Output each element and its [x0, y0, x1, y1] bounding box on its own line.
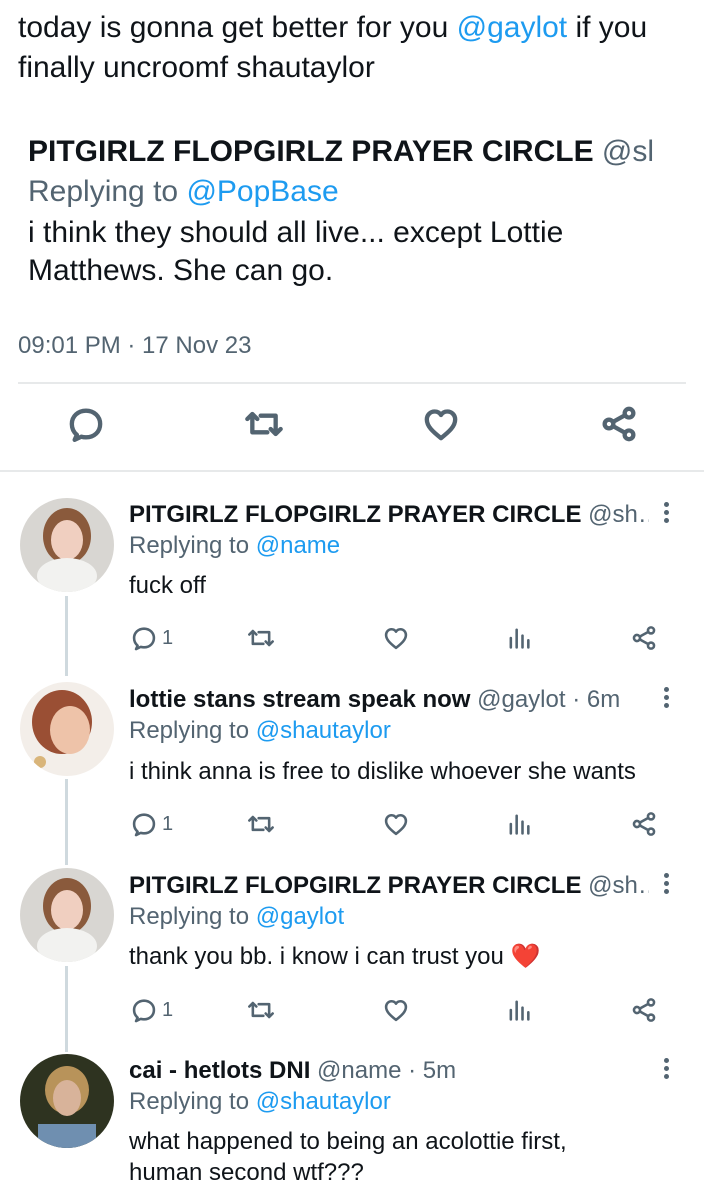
quoted-tweet[interactable]: PITGIRLZ FLOPGIRLZ PRAYER CIRCLE @sl Rep…	[28, 132, 668, 290]
reply-icon	[132, 999, 156, 1023]
like-icon	[384, 813, 408, 836]
more-icon[interactable]	[660, 685, 672, 715]
reply-action-bar: 1	[0, 622, 704, 656]
reply-button[interactable]: 1	[130, 808, 173, 840]
views-button[interactable]	[505, 622, 533, 654]
share-button[interactable]	[599, 404, 643, 448]
tweet-mention-link[interactable]: @gaylot	[457, 11, 568, 44]
reply-author-handle: @sh…	[588, 501, 649, 528]
reply-count: 1	[162, 626, 174, 649]
avatar[interactable]	[20, 1054, 114, 1148]
views-icon	[509, 1000, 530, 1021]
tweet-action-bar	[0, 404, 704, 454]
reply-button[interactable]: 1	[130, 622, 173, 654]
views-icon	[509, 814, 530, 835]
avatar[interactable]	[20, 498, 114, 592]
reply-replying-label: Replying to	[129, 717, 256, 744]
reply-replying-link[interactable]: @shautaylor	[256, 717, 391, 744]
share-button[interactable]	[630, 622, 658, 654]
tweet-text: today is gonna get better for you @gaylo…	[18, 8, 698, 88]
reply-replying-to: Replying to @gaylot	[129, 902, 344, 932]
reply-icon	[69, 408, 103, 442]
reply-icon	[132, 627, 156, 651]
reply-count: 1	[162, 812, 174, 835]
quoted-tweet-author-handle: @sl	[601, 135, 655, 168]
reply-replying-label: Replying to	[129, 903, 256, 930]
like-icon	[384, 999, 408, 1022]
more-icon[interactable]	[660, 1056, 672, 1086]
share-icon	[632, 626, 656, 650]
retweet-icon	[248, 1001, 274, 1019]
reply-body: fuck off	[129, 572, 206, 599]
reply-replying-label: Replying to	[129, 532, 256, 559]
reply-button[interactable]: 1	[130, 994, 173, 1026]
reply-count: 1	[162, 998, 174, 1021]
like-icon	[424, 409, 458, 441]
more-icon[interactable]	[660, 871, 672, 901]
reply-author-name: lottie stans stream speak now	[129, 686, 471, 713]
retweet-icon	[248, 815, 274, 833]
share-button[interactable]	[630, 994, 658, 1026]
views-icon	[509, 628, 530, 649]
quoted-tweet-body: i think they should all live... except L…	[28, 216, 564, 287]
more-icon[interactable]	[660, 500, 672, 530]
reply-button[interactable]	[66, 404, 110, 448]
quoted-tweet-replying-to: Replying to @PopBase	[28, 172, 668, 212]
retweet-button[interactable]	[244, 404, 288, 448]
share-icon	[602, 406, 636, 442]
reply-replying-to: Replying to @name	[129, 531, 340, 561]
quoted-tweet-replying-link[interactable]: @PopBase	[186, 175, 338, 208]
reply-replying-label: Replying to	[129, 1088, 256, 1115]
retweet-button[interactable]	[247, 994, 275, 1026]
avatar[interactable]	[20, 682, 114, 776]
reply-body: thank you bb. i know i can trust you ❤️	[129, 943, 541, 970]
share-button[interactable]	[630, 808, 658, 840]
reply-author-handle: @name · 5m	[317, 1057, 457, 1084]
like-button[interactable]	[382, 808, 410, 840]
reply-author-name: PITGIRLZ FLOPGIRLZ PRAYER CIRCLE	[129, 501, 582, 528]
share-icon	[632, 812, 656, 836]
like-button[interactable]	[382, 622, 410, 654]
quoted-tweet-author: PITGIRLZ FLOPGIRLZ PRAYER CIRCLE @sl	[28, 132, 668, 172]
like-button[interactable]	[421, 404, 465, 448]
reply-author-handle: @sh…	[588, 872, 649, 899]
like-icon	[384, 627, 408, 650]
reply-author-name: PITGIRLZ FLOPGIRLZ PRAYER CIRCLE	[129, 872, 582, 899]
reply-icon	[132, 813, 156, 837]
views-button[interactable]	[505, 994, 533, 1026]
reply-replying-to: Replying to @shautaylor	[129, 716, 391, 746]
avatar[interactable]	[20, 868, 114, 962]
like-button[interactable]	[382, 994, 410, 1026]
divider	[18, 382, 686, 384]
views-button[interactable]	[505, 808, 533, 840]
reply-action-bar: 1	[0, 994, 704, 1028]
retweet-button[interactable]	[247, 622, 275, 654]
tweet-timestamp: 09:01 PM · 17 Nov 23	[18, 332, 252, 359]
retweet-icon	[248, 629, 274, 647]
reply-body: what happened to being an acolottie firs…	[129, 1128, 567, 1186]
tweet-text-part1: today is gonna get better for you	[18, 11, 457, 44]
reply-replying-link[interactable]: @name	[256, 532, 340, 559]
reply-author: PITGIRLZ FLOPGIRLZ PRAYER CIRCLE @sh…	[129, 871, 649, 901]
retweet-icon	[245, 411, 283, 437]
reply-author: PITGIRLZ FLOPGIRLZ PRAYER CIRCLE @sh…	[129, 500, 649, 530]
reply-author: lottie stans stream speak now @gaylot · …	[129, 685, 649, 715]
reply-replying-link[interactable]: @gaylot	[256, 903, 344, 930]
reply-author-handle: @gaylot · 6m	[477, 686, 621, 713]
reply-author: cai - hetlots DNI @name · 5m	[129, 1056, 649, 1086]
quoted-tweet-replying-label: Replying to	[28, 175, 187, 208]
quoted-tweet-author-name: PITGIRLZ FLOPGIRLZ PRAYER CIRCLE	[28, 135, 594, 168]
share-icon	[632, 998, 656, 1022]
reply-author-name: cai - hetlots DNI	[129, 1057, 311, 1084]
reply-replying-link[interactable]: @shautaylor	[256, 1088, 391, 1115]
reply-replying-to: Replying to @shautaylor	[129, 1087, 391, 1117]
reply-action-bar: 1	[0, 808, 704, 842]
reply-body: i think anna is free to dislike whoever …	[129, 758, 636, 785]
divider	[0, 470, 704, 472]
retweet-button[interactable]	[247, 808, 275, 840]
